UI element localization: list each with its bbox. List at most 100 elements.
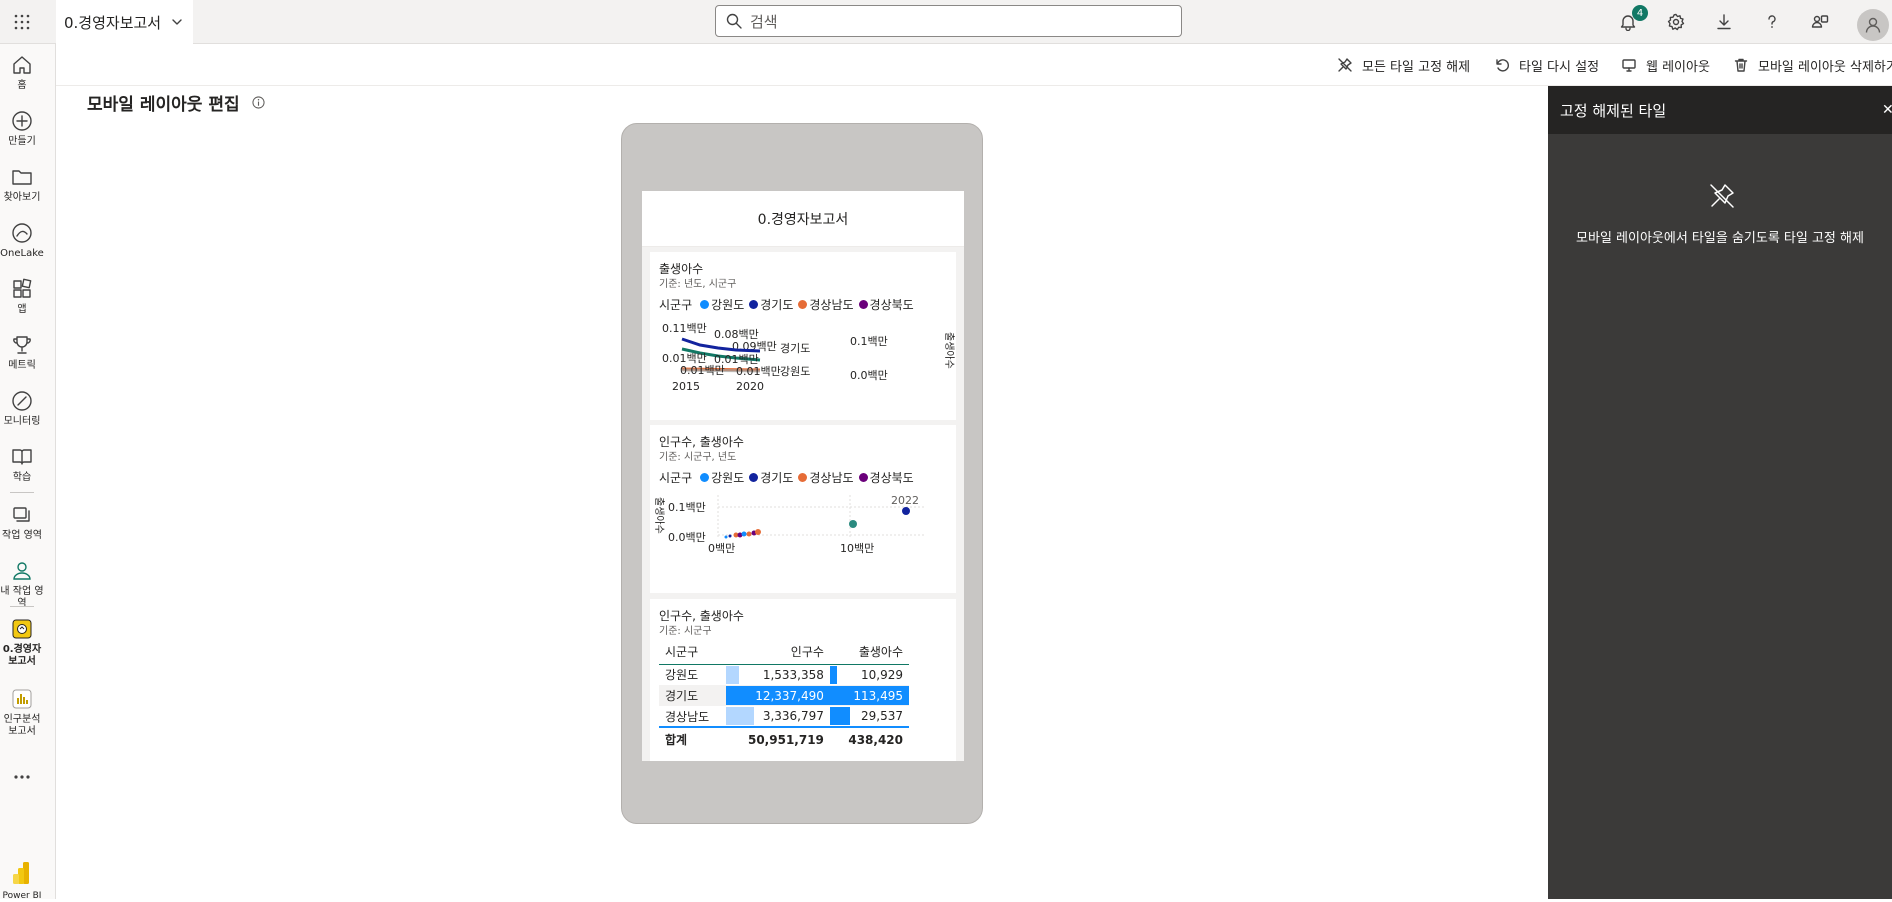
legend-dot — [798, 473, 808, 482]
legend-dot — [858, 300, 868, 309]
table-header-row: 시군구 인구수 출생아수 — [659, 639, 909, 665]
panel-close-button[interactable]: ✕ — [1882, 102, 1892, 118]
panel-header: 고정 해제된 타일 — [1548, 86, 1892, 134]
tile-births-line[interactable]: 출생아수 기준: 년도, 시군구 시군구 강원도 경기도 경상남도 경상북도 0… — [650, 252, 956, 420]
left-navigation-rail: 홈 만들기 찾아보기 OneLake 앱 메트릭 모니터링 학습 작업 영역 내… — [0, 44, 56, 902]
table-row[interactable]: 강원도 1,533,358 10,929 — [659, 664, 909, 685]
person-icon — [13, 562, 31, 580]
desktop-icon — [1622, 59, 1636, 72]
share-feedback-button[interactable] — [1796, 0, 1844, 44]
total-label: 합계 — [659, 726, 726, 751]
delete-mobile-layout-button[interactable]: 모바일 레이아웃 삭제하기 — [1733, 44, 1892, 86]
scatter-chart: 출생아수 0.1백만 0.0백만 0백만 10백만 2022 — [653, 495, 925, 555]
nav-report-population-label: 인구분석보고서 — [3, 714, 41, 737]
app-launcher-button[interactable] — [0, 0, 44, 44]
info-icon[interactable] — [252, 96, 265, 109]
nav-onelake[interactable]: OneLake — [0, 222, 44, 260]
nav-browse[interactable]: 찾아보기 — [0, 166, 44, 204]
web-layout-label: 웹 레이아웃 — [1646, 59, 1710, 75]
column-header[interactable]: 인구수 — [725, 639, 830, 665]
legend-item: 강원도 — [700, 296, 744, 313]
apps-icon — [13, 278, 32, 298]
folder-icon — [12, 170, 32, 185]
x-tick: 2020 — [736, 380, 764, 393]
nav-power-bi-label: Power BI — [2, 891, 42, 901]
account-button[interactable] — [1844, 0, 1892, 44]
legend-label: 경상북도 — [869, 471, 914, 485]
nav-my-workspace[interactable]: 내 작업 영역 — [0, 560, 44, 610]
nav-more-button[interactable] — [0, 766, 44, 792]
nav-report-population[interactable]: 인구분석보고서 — [0, 688, 44, 738]
population-cell: 3,336,797 — [725, 706, 830, 727]
scatter-point — [902, 507, 910, 515]
download-button[interactable] — [1700, 0, 1748, 44]
page-title-row: 모바일 레이아웃 편집 — [87, 90, 265, 115]
legend-item: 경상북도 — [858, 469, 914, 486]
nav-learn-label: 학습 — [12, 472, 32, 483]
y-right-title: 출생아수 — [943, 332, 955, 369]
undo-icon — [1496, 59, 1509, 72]
download-icon — [1717, 14, 1731, 30]
nav-create-label: 만들기 — [8, 136, 36, 147]
top-bar: 0.경영자보고서 검색 4 — [0, 0, 1892, 44]
nav-report-executive[interactable]: 0.경영자보고서 — [0, 618, 44, 668]
help-button[interactable] — [1748, 0, 1796, 44]
nav-create[interactable]: 만들기 — [0, 110, 44, 148]
data-bar — [725, 665, 739, 684]
column-header[interactable]: 시군구 — [659, 639, 726, 665]
delete-mobile-layout-label: 모바일 레이아웃 삭제하기 — [1758, 59, 1892, 75]
column-header[interactable]: 출생아수 — [829, 639, 909, 665]
nav-home[interactable]: 홈 — [0, 54, 44, 92]
x-tick: 2015 — [672, 380, 700, 393]
line-chart: 0.11백만 0.08백만 0.09백만 0.01백만 0.01백만 0.01백… — [662, 322, 955, 393]
nav-monitoring[interactable]: 모니터링 — [0, 390, 44, 428]
gear-icon — [1667, 13, 1685, 31]
legend-title: 시군구 — [659, 471, 693, 485]
y-tick: 0.1백만 — [668, 501, 706, 514]
phone-screen: 0.경영자보고서 출생아수 기준: 년도, 시군구 시군구 강원도 경기도 경상… — [642, 191, 964, 761]
table-row[interactable]: 경기도 12,337,490 113,495 — [659, 685, 909, 706]
avatar — [1857, 9, 1889, 41]
legend-label: 경상남도 — [809, 298, 854, 312]
unpin-all-tiles-button[interactable]: 모든 타일 고정 해제 — [1337, 44, 1470, 86]
region-cell: 경기도 — [659, 685, 726, 706]
report-title: 0.경영자보고서 — [642, 191, 964, 247]
chart-legend: 시군구 강원도 경기도 경상남도 경상북도 — [659, 469, 919, 486]
series-label: 경기도 — [780, 342, 810, 355]
nav-learn[interactable]: 학습 — [0, 446, 44, 484]
nav-workspaces[interactable]: 작업 영역 — [0, 504, 44, 542]
workspace-title-dropdown[interactable]: 0.경영자보고서 — [56, 0, 194, 44]
tile-subtitle: 기준: 시군구 — [659, 626, 712, 637]
notifications-button[interactable]: 4 — [1604, 0, 1652, 44]
command-bar: 모든 타일 고정 해제 타일 다시 설정 웹 레이아웃 모바일 레이아웃 삭제하… — [56, 44, 1892, 86]
births-cell: 113,495 — [829, 685, 909, 706]
births-value: 113,495 — [853, 688, 903, 703]
nav-metrics[interactable]: 메트릭 — [0, 334, 44, 372]
population-cell: 1,533,358 — [725, 664, 830, 685]
nav-onelake-label: OneLake — [0, 248, 44, 259]
scatter-point — [755, 529, 761, 535]
nav-workspaces-label: 작업 영역 — [2, 530, 42, 541]
reset-tiles-button[interactable]: 타일 다시 설정 — [1494, 44, 1599, 86]
matrix-table: 시군구 인구수 출생아수 강원도 1,533,358 10,929 경기도 12… — [659, 639, 909, 751]
table-row[interactable]: 경상남도 3,336,797 29,537 — [659, 706, 909, 727]
rail-divider — [10, 606, 34, 607]
scatter-point — [728, 534, 732, 538]
help-icon — [1768, 15, 1776, 28]
legend-item: 경상북도 — [858, 296, 914, 313]
search-input[interactable]: 검색 — [715, 5, 1182, 37]
settings-button[interactable] — [1652, 0, 1700, 44]
panel-title: 고정 해제된 타일 — [1560, 101, 1667, 120]
report-icon — [12, 619, 32, 639]
nav-power-bi[interactable]: Power BI — [0, 860, 44, 902]
search-placeholder: 검색 — [750, 12, 778, 31]
web-layout-button[interactable]: 웹 레이아웃 — [1621, 44, 1710, 86]
home-icon — [13, 56, 31, 74]
nav-apps[interactable]: 앱 — [0, 278, 44, 316]
population-value: 1,533,358 — [762, 667, 824, 682]
legend-label: 경상남도 — [809, 471, 854, 485]
population-value: 12,337,490 — [755, 688, 824, 703]
y-axis-title: 출생아수 — [653, 497, 665, 534]
tile-population-births-scatter[interactable]: 인구수, 출생아수 기준: 시군구, 년도 시군구 강원도 경기도 경상남도 경… — [650, 425, 956, 593]
tile-population-births-table[interactable]: 인구수, 출생아수 기준: 시군구 시군구 인구수 출생아수 강원도 1,533… — [650, 599, 956, 761]
